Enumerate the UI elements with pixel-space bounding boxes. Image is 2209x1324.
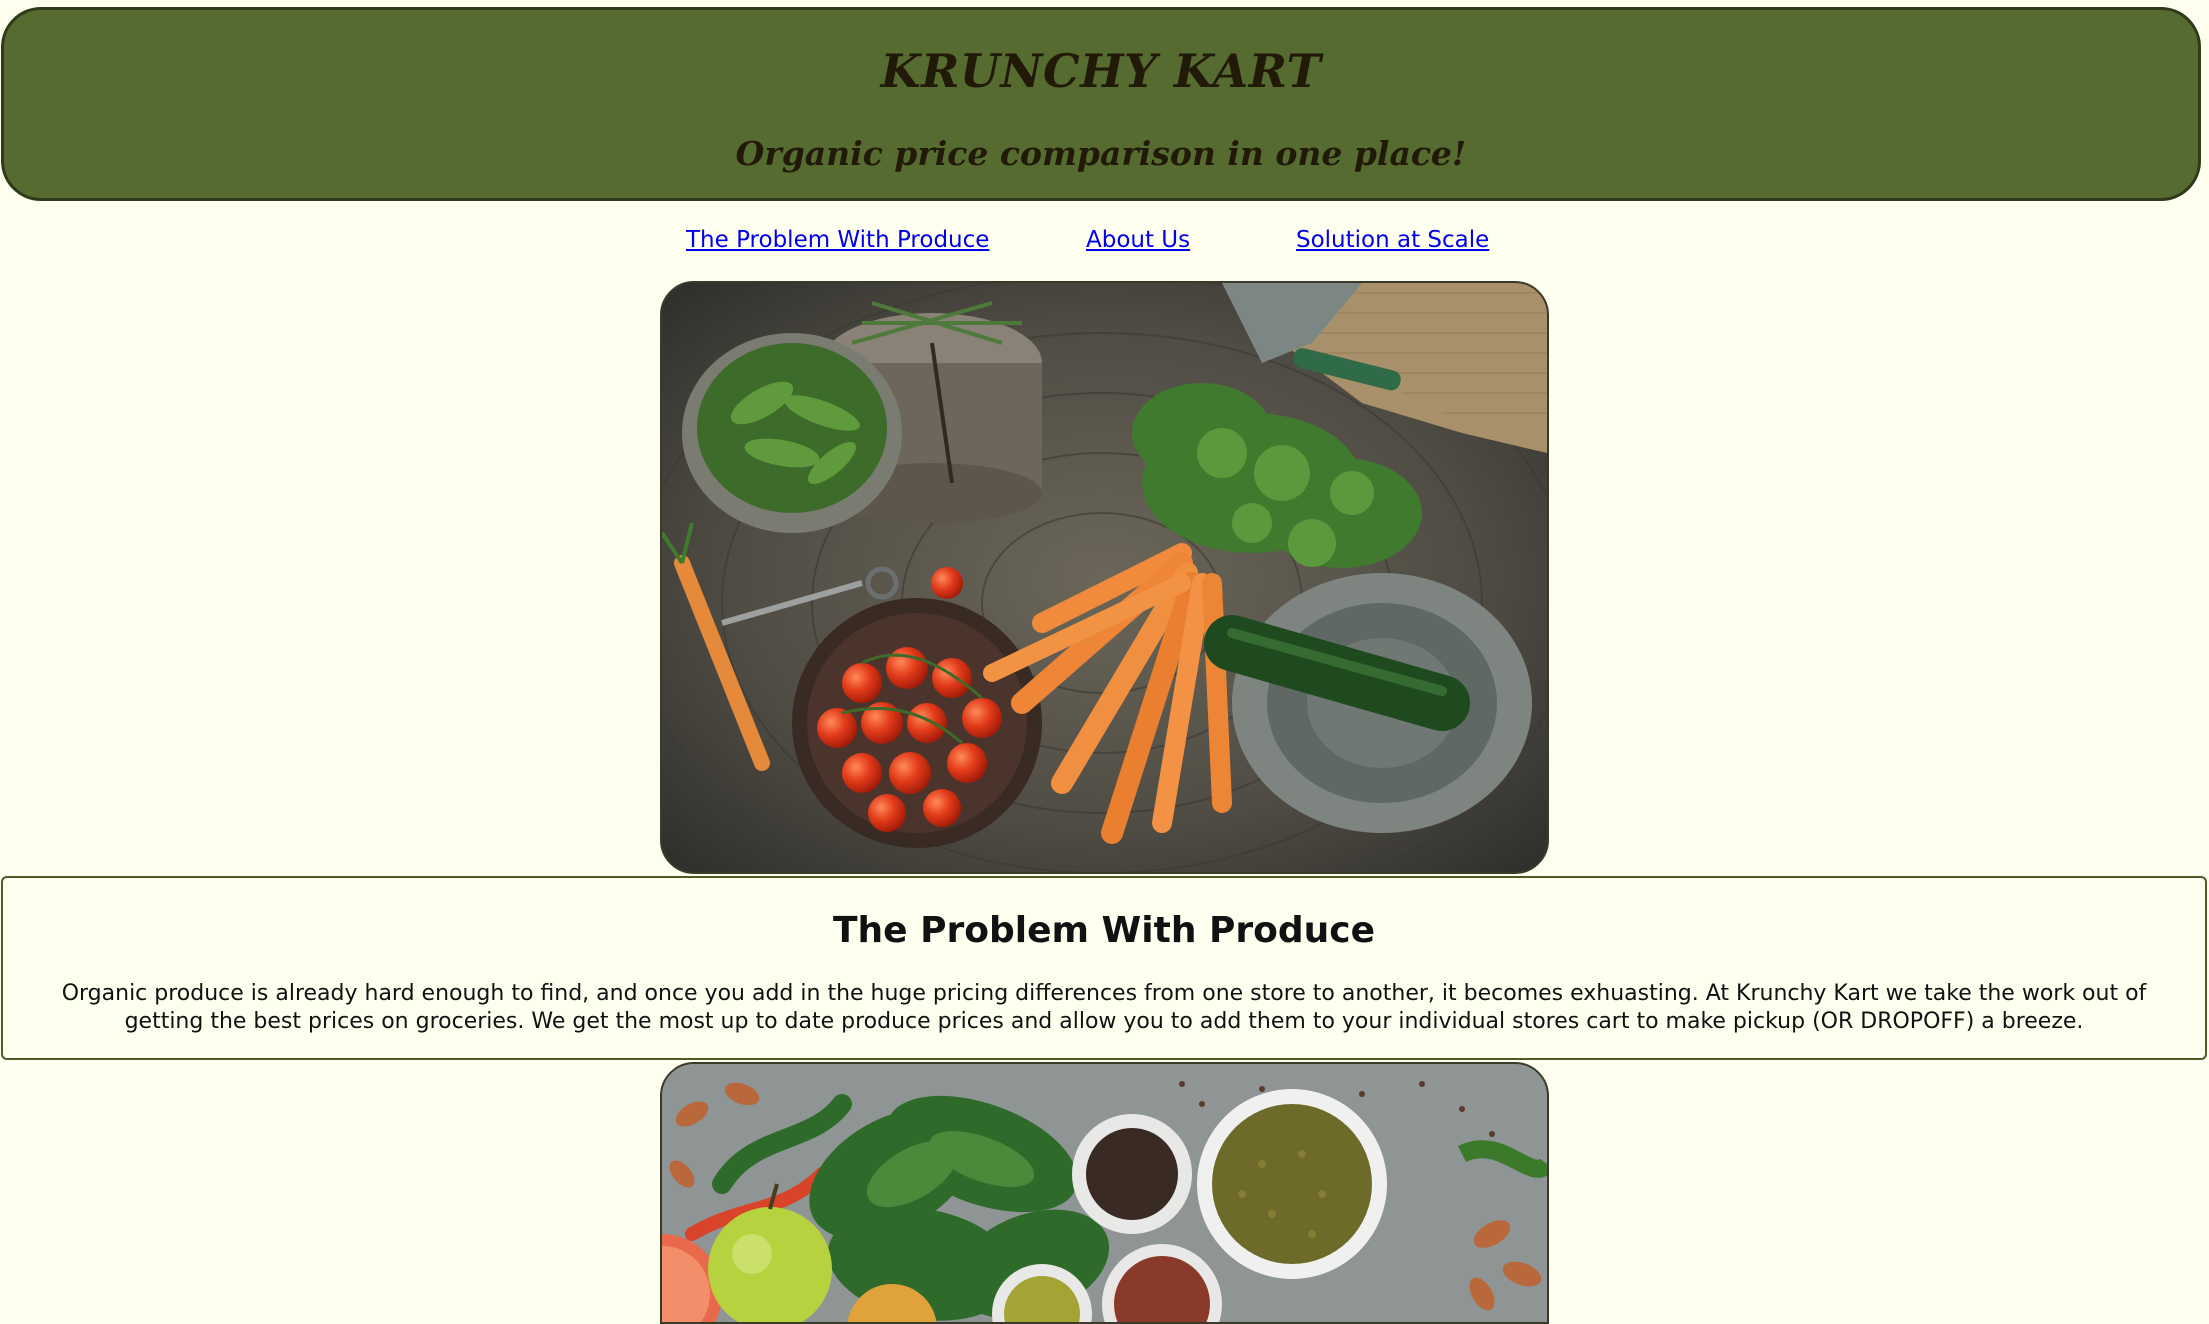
nav-link-about-us[interactable]: About Us	[1086, 227, 1190, 253]
section-heading: The Problem With Produce	[832, 910, 1376, 951]
site-header: KRUNCHY KART Organic price comparison in…	[1, 7, 2201, 201]
main-nav: The Problem With Produce About Us Soluti…	[0, 227, 2209, 259]
nav-link-problem-with-produce[interactable]: The Problem With Produce	[686, 227, 989, 253]
problem-section: The Problem With Produce Organic produce…	[1, 876, 2207, 1060]
site-subtitle: Organic price comparison in one place!	[735, 134, 1467, 173]
nav-link-solution-at-scale[interactable]: Solution at Scale	[1296, 227, 1489, 253]
section-body-text: Organic produce is already hard enough t…	[61, 981, 2147, 1034]
site-title: KRUNCHY KART	[880, 44, 1322, 98]
greens-and-spices-photo	[660, 1062, 1549, 1324]
vegetables-on-stump-photo	[660, 281, 1549, 874]
